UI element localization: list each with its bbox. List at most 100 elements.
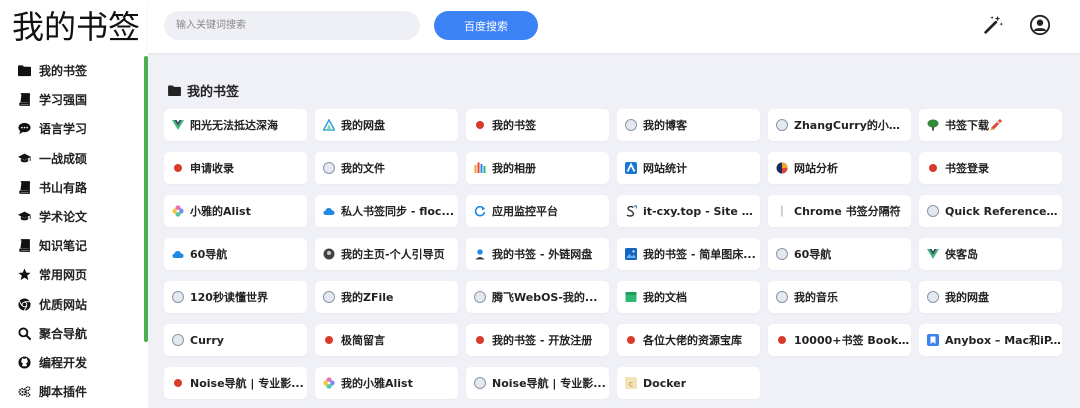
bookmark-card[interactable]: 我的文件	[315, 151, 458, 185]
bookmark-card[interactable]: 侠客岛	[919, 237, 1062, 271]
bookmark-card[interactable]: Anybox – Mac和iP...	[919, 323, 1062, 357]
bookmark-label: 网站分析	[794, 162, 838, 176]
site-logo[interactable]: 我的书签	[12, 6, 140, 48]
bookmark-card[interactable]: 我的文档	[617, 280, 760, 314]
vue-icon	[172, 119, 184, 131]
bookmark-card[interactable]: 书签下载	[919, 109, 1062, 142]
bookmark-card[interactable]: 我的相册	[466, 151, 609, 185]
sidebar-item-label: 聚合导航	[39, 326, 88, 341]
sidebar-item-label: 优质网站	[39, 297, 88, 312]
bookmark-card[interactable]: 我的书签	[466, 109, 609, 142]
bookmark-card[interactable]: c Docker	[617, 366, 760, 400]
bookmark-label: 60导航	[794, 248, 832, 262]
bookmark-card[interactable]: 书签登录	[919, 151, 1062, 185]
bookmark-card[interactable]: it-cxy.top - Site R...	[617, 194, 760, 228]
bookmark-card[interactable]: Quick Reference ...	[919, 194, 1062, 228]
globe-icon	[323, 162, 335, 175]
bookmark-card[interactable]: 我的网盘	[315, 109, 458, 142]
globe-icon	[172, 334, 184, 347]
sidebar-item-label: 编程开发	[39, 355, 88, 370]
red-dot-icon	[474, 334, 486, 346]
bookmark-card[interactable]: 应用监控平台	[466, 194, 609, 228]
bookmark-label: Anybox – Mac和iP...	[945, 334, 1061, 348]
bookmark-label: Noise导航 | 专业影...	[492, 377, 606, 391]
bookmark-label: 我的网盘	[945, 291, 989, 305]
cloud-icon	[172, 248, 184, 260]
bookmark-label: it-cxy.top - Site R...	[643, 204, 759, 218]
bookmark-card[interactable]: 网站分析	[768, 151, 911, 185]
bookmark-card[interactable]: 60导航	[164, 237, 307, 271]
bookmark-card[interactable]: 60导航	[768, 237, 911, 271]
sidebar-item[interactable]: 知识笔记	[0, 231, 144, 260]
doc-icon	[625, 291, 637, 303]
docker-icon: c	[625, 377, 637, 390]
user-icon[interactable]	[1029, 14, 1051, 36]
bars-icon	[474, 162, 486, 174]
sidebar-item[interactable]: 学术论文	[0, 202, 144, 231]
sidebar-item[interactable]: 优质网站	[0, 290, 144, 319]
sidebar-item[interactable]: 脚本插件	[0, 377, 144, 406]
bookmark-card[interactable]: 网站统计	[617, 151, 760, 185]
sidebar-item[interactable]: 书山有路	[0, 173, 144, 202]
bookmark-card[interactable]: 极简留言	[315, 323, 458, 357]
bookmark-card[interactable]: 我的博客	[617, 109, 760, 142]
bookmark-card[interactable]: 120秒读懂世界	[164, 280, 307, 314]
bookmark-label: 各位大佬的资源宝库	[643, 334, 742, 348]
chat-icon	[17, 122, 31, 136]
bookmark-card[interactable]: 我的书签 - 外链网盘	[466, 237, 609, 271]
bookmark-label: Curry	[190, 333, 224, 347]
bookmark-card[interactable]: 我的书签 - 开放注册	[466, 323, 609, 357]
search-input[interactable]	[164, 11, 420, 40]
bookmark-card[interactable]: 小雅的Alist	[164, 194, 307, 228]
rocket-icon	[990, 119, 1002, 131]
bookmark-card[interactable]: Chrome 书签分隔符	[768, 194, 911, 228]
bookmark-label: 我的网盘	[341, 119, 385, 133]
bookmark-card[interactable]: 各位大佬的资源宝库	[617, 323, 760, 357]
red-dot-icon	[172, 377, 184, 389]
bookmark-label: 我的博客	[643, 119, 687, 133]
sidebar-item-label: 脚本插件	[39, 385, 88, 400]
bookmark-card[interactable]: 10000+书签 Book...	[768, 323, 911, 357]
sidebar-item[interactable]: 学习强国	[0, 85, 144, 114]
bookmark-card[interactable]: 私人书签同步 - floc...	[315, 194, 458, 228]
red-dot-icon	[776, 334, 788, 346]
bookmark-card[interactable]: 申请收录	[164, 151, 307, 185]
sidebar-item[interactable]: 编程开发	[0, 348, 144, 377]
bookmark-card[interactable]: ZhangCurry的小破站	[768, 109, 911, 142]
bookmark-card[interactable]: Noise导航 | 专业影...	[164, 366, 307, 400]
magic-wand-icon[interactable]	[982, 14, 1004, 36]
bookmark-card[interactable]: Noise导航 | 专业影...	[466, 366, 609, 400]
bookmark-card[interactable]: Curry	[164, 323, 307, 357]
folder-icon	[168, 85, 181, 96]
red-dot-icon	[474, 119, 486, 131]
globe-icon	[776, 291, 788, 304]
red-dot-icon	[625, 334, 637, 346]
sidebar-item[interactable]: 聚合导航	[0, 319, 144, 348]
bookmark-label: 我的书签	[492, 119, 536, 133]
bookmark-label: 小雅的Alist	[190, 205, 251, 219]
bookmark-card[interactable]: 我的网盘	[919, 280, 1062, 314]
divider-icon	[776, 205, 788, 217]
bookmark-card[interactable]: 阳光无法抵达深海	[164, 109, 307, 142]
bookmark-card[interactable]: 我的音乐	[768, 280, 911, 314]
bookmark-card[interactable]: 我的书签 - 简单图床...	[617, 237, 760, 271]
refresh-icon	[474, 205, 486, 217]
sidebar-nav: 我的书签 学习强国 语言学习 一战成硕 书山有路 学术论文 知识笔记 常用网页优质网站聚合导航…	[0, 56, 144, 406]
bookmark-card[interactable]: 我的主页-个人引导页	[315, 237, 458, 271]
bookmark-card[interactable]: 我的小雅Alist	[315, 366, 458, 400]
search-button[interactable]: 百度搜索	[434, 11, 538, 40]
triangle-icon	[323, 119, 335, 131]
bookmark-label: 私人书签同步 - floc...	[341, 205, 454, 219]
graduation-cap-icon	[17, 210, 31, 224]
sidebar-item[interactable]: 语言学习	[0, 114, 144, 143]
bookmark-label: 我的书签 - 外链网盘	[492, 248, 593, 262]
bookmark-card[interactable]: 腾飞WebOS-我的...	[466, 280, 609, 314]
search-icon	[17, 326, 31, 340]
sidebar-item[interactable]: 一战成硕	[0, 144, 144, 173]
globe-icon	[172, 291, 184, 304]
vue-icon	[927, 248, 939, 260]
sidebar-item[interactable]: 常用网页	[0, 260, 144, 289]
globe-icon	[625, 119, 637, 132]
bookmark-card[interactable]: 我的ZFile	[315, 280, 458, 314]
sidebar-item[interactable]: 我的书签	[0, 56, 144, 85]
